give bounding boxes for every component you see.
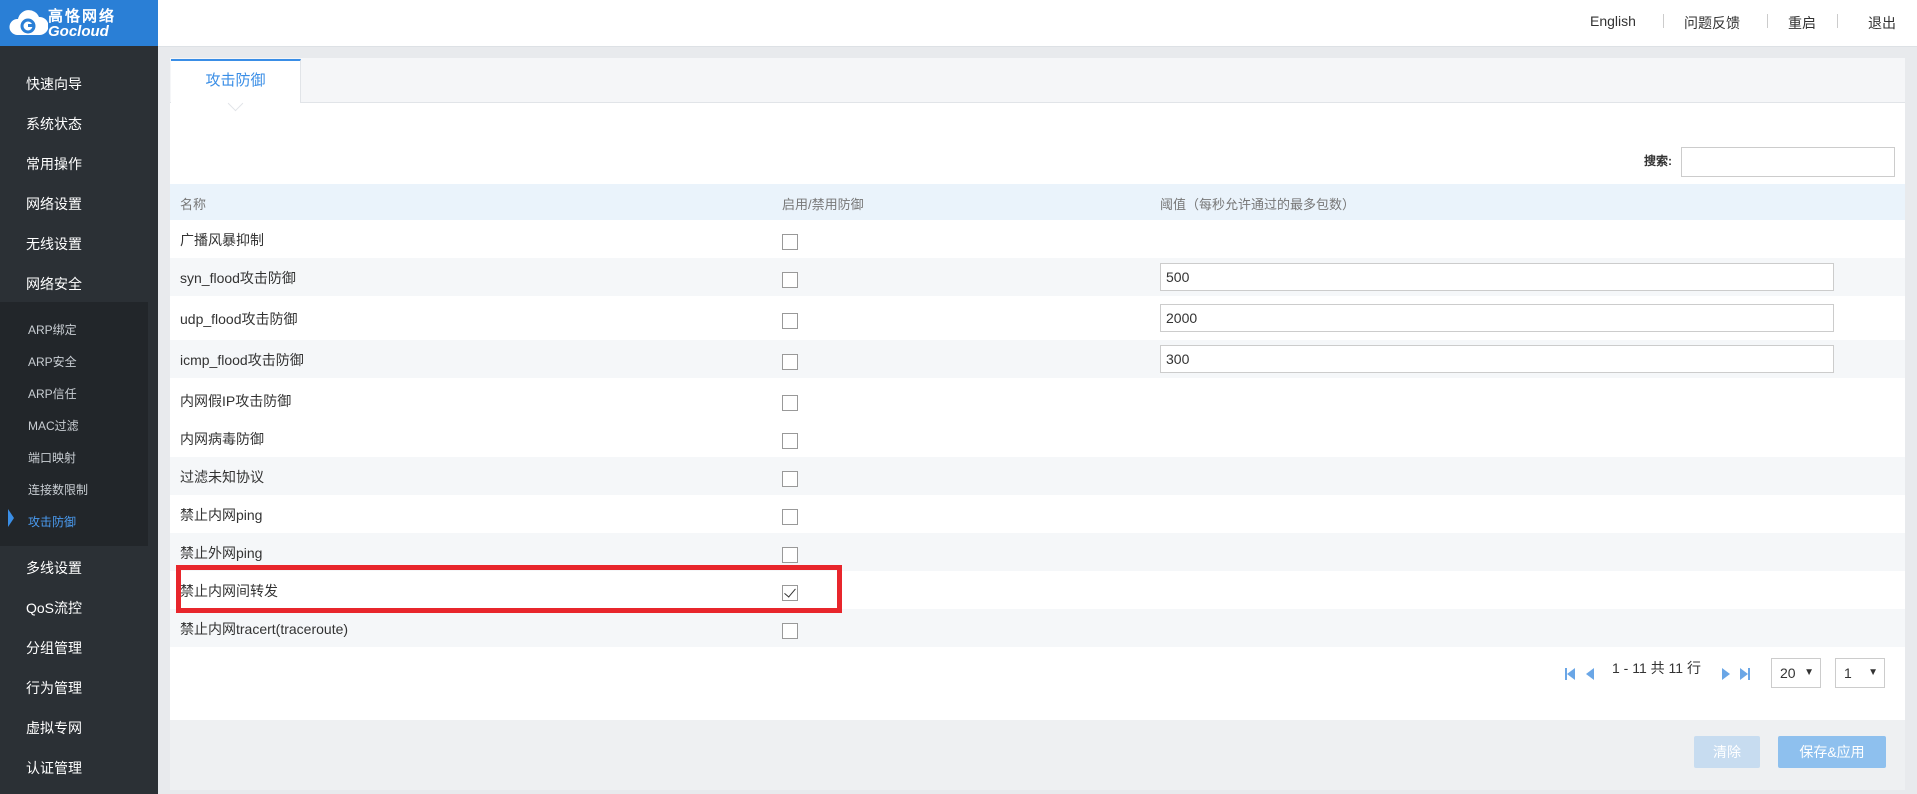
row-name: 禁止内网ping	[180, 507, 263, 523]
logout-link[interactable]: 退出	[1868, 13, 1896, 33]
table-row: udp_flood攻击防御	[170, 299, 1905, 337]
search-input[interactable]	[1681, 147, 1895, 177]
column-header-toggle: 启用/禁用防御	[782, 197, 864, 212]
reboot-link[interactable]: 重启	[1788, 13, 1816, 33]
sidebar: 高恪网络 Gocloud 快速向导 系统状态 常用操作 网络设置 无线设置 网络…	[0, 0, 158, 794]
row-name: 过滤未知协议	[180, 469, 264, 485]
table-row: 禁止内网ping	[170, 495, 1905, 533]
row-name: icmp_flood攻击防御	[180, 352, 304, 368]
action-footer: 清除 保存&应用	[170, 720, 1905, 790]
dropdown-arrow-icon: ▼	[1868, 667, 1878, 678]
content-panel: 攻击防御 搜索: 名称 启用/禁用防御 阈值（每秒允许通过的最多包数） 广播风暴…	[170, 58, 1905, 790]
row-name: 禁止内网tracert(traceroute)	[180, 621, 349, 637]
enable-checkbox[interactable]	[782, 395, 798, 411]
nav-item-qos[interactable]: QoS流控	[26, 598, 82, 618]
subnav-item-mac-filter[interactable]: MAC过滤	[28, 417, 79, 434]
enable-checkbox[interactable]	[782, 623, 798, 639]
nav-item-network-security[interactable]: 网络安全	[26, 274, 82, 294]
table-row: 广播风暴抑制	[170, 220, 1905, 258]
enable-checkbox[interactable]	[782, 234, 798, 250]
table-row: 内网假IP攻击防御	[170, 381, 1905, 419]
enable-checkbox[interactable]	[782, 272, 798, 288]
subnav-item-arp-trust[interactable]: ARP信任	[28, 385, 77, 402]
nav-item-common-ops[interactable]: 常用操作	[26, 154, 82, 174]
nav-item-group-management[interactable]: 分组管理	[26, 638, 82, 658]
page-number-select[interactable]: 1 ▼	[1835, 658, 1885, 688]
top-bar: English 问题反馈 重启 退出	[158, 0, 1917, 47]
threshold-input[interactable]	[1160, 345, 1834, 373]
row-name: udp_flood攻击防御	[180, 311, 298, 327]
table-header: 名称 启用/禁用防御 阈值（每秒允许通过的最多包数）	[170, 184, 1905, 220]
enable-checkbox[interactable]	[782, 471, 798, 487]
next-page-icon[interactable]	[1722, 668, 1730, 680]
last-page-bar	[1748, 668, 1750, 680]
threshold-input[interactable]	[1160, 304, 1834, 332]
nav-item-wireless-settings[interactable]: 无线设置	[26, 234, 82, 254]
enable-checkbox[interactable]	[782, 509, 798, 525]
brand-name-en: Gocloud	[48, 23, 109, 40]
clear-button[interactable]: 清除	[1694, 736, 1760, 768]
subnav-item-arp-binding[interactable]: ARP绑定	[28, 321, 77, 338]
column-header-name: 名称	[180, 197, 207, 212]
nav-item-behavior-management[interactable]: 行为管理	[26, 678, 82, 698]
nav-item-system-status[interactable]: 系统状态	[26, 114, 82, 134]
cloud-logo-icon	[9, 10, 48, 35]
tab-bar: 攻击防御	[170, 58, 1905, 112]
enable-checkbox[interactable]	[782, 547, 798, 563]
prev-page-icon[interactable]	[1586, 668, 1594, 680]
nav-item-auth-management[interactable]: 认证管理	[26, 758, 82, 778]
language-link[interactable]: English	[1590, 13, 1636, 29]
page-size-value: 20	[1780, 665, 1796, 681]
divider	[1663, 14, 1664, 28]
dropdown-arrow-icon: ▼	[1804, 667, 1814, 678]
enable-checkbox[interactable]	[782, 313, 798, 329]
tab-attack-defense[interactable]: 攻击防御	[171, 59, 301, 112]
highlight-box	[176, 565, 842, 613]
feedback-link[interactable]: 问题反馈	[1684, 13, 1740, 33]
row-name: 禁止外网ping	[180, 545, 263, 561]
row-name: 广播风暴抑制	[180, 232, 264, 248]
row-name: 内网假IP攻击防御	[180, 393, 292, 409]
first-page-icon[interactable]	[1567, 668, 1575, 680]
nav-item-network-settings[interactable]: 网络设置	[26, 194, 82, 214]
tab-caret	[227, 95, 244, 112]
subnav-item-connection-limit[interactable]: 连接数限制	[28, 481, 88, 498]
search-label: 搜索:	[1644, 154, 1672, 168]
table-row: icmp_flood攻击防御	[170, 340, 1905, 378]
divider	[1767, 14, 1768, 28]
enable-checkbox[interactable]	[782, 354, 798, 370]
tab-label: 攻击防御	[205, 72, 266, 89]
save-apply-button[interactable]: 保存&应用	[1778, 736, 1886, 768]
table-row: 禁止内网tracert(traceroute)	[170, 609, 1905, 647]
enable-checkbox[interactable]	[782, 433, 798, 449]
table-row: syn_flood攻击防御	[170, 258, 1905, 296]
active-indicator	[8, 509, 14, 527]
page-number-value: 1	[1844, 665, 1852, 681]
threshold-input[interactable]	[1160, 263, 1834, 291]
row-name: syn_flood攻击防御	[180, 270, 296, 286]
divider	[1837, 14, 1838, 28]
pagination-range: 1 - 11 共 11 行	[1612, 660, 1701, 676]
subnav-item-arp-security[interactable]: ARP安全	[28, 353, 77, 370]
logo[interactable]: 高恪网络 Gocloud	[0, 0, 158, 46]
page-size-select[interactable]: 20 ▼	[1771, 658, 1821, 688]
nav-item-quick-guide[interactable]: 快速向导	[26, 74, 82, 94]
table-row: 过滤未知协议	[170, 457, 1905, 495]
column-header-threshold: 阈值（每秒允许通过的最多包数）	[1160, 197, 1356, 212]
subnav-item-attack-defense[interactable]: 攻击防御	[28, 513, 76, 530]
nav-item-multi-wan[interactable]: 多线设置	[26, 558, 82, 578]
row-name: 内网病毒防御	[180, 431, 264, 447]
subnav-item-port-mapping[interactable]: 端口映射	[28, 449, 76, 466]
last-page-icon[interactable]	[1740, 668, 1748, 680]
table-row: 内网病毒防御	[170, 419, 1905, 457]
nav-item-vpn[interactable]: 虚拟专网	[26, 718, 82, 738]
